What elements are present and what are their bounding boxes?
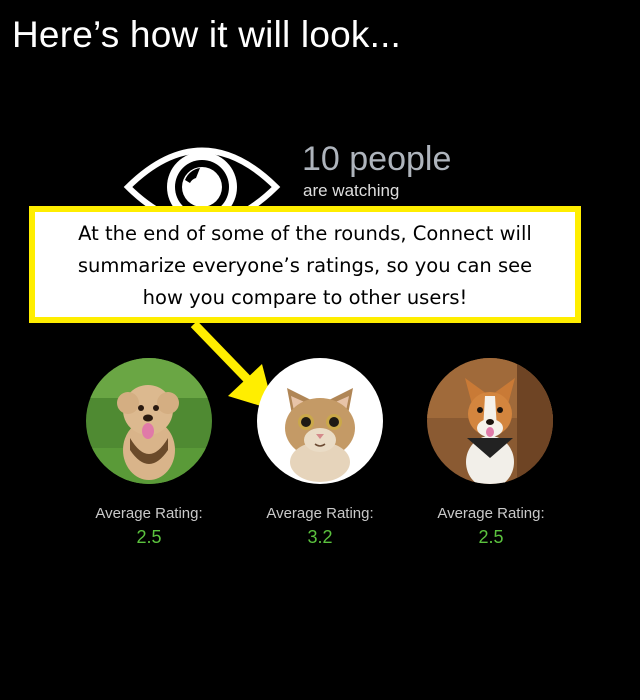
corgi-image [427,358,553,484]
rating-value: 2.5 [136,527,162,547]
rating-label: Average Rating: [437,505,545,522]
watcher-count: 10 people [302,140,452,178]
pet-avatar-cat[interactable] [257,358,383,484]
dog-image [86,358,212,484]
rating-label: Average Rating: [266,505,374,522]
rating-label: Average Rating: [95,505,203,522]
slide-title: Here’s how it will look... [12,14,402,55]
pet-avatar-dog-fluffy[interactable] [86,358,212,484]
cat-image [257,358,383,484]
callout-box: At the end of some of the rounds, Connec… [29,206,581,323]
rating-value: 3.2 [307,527,333,547]
callout-line-1: At the end of some of the rounds, Connec… [78,222,532,245]
watcher-subtitle: are watching [303,181,400,200]
callout-line-2: summarize everyone’s ratings, so you can… [77,254,533,277]
pet-avatar-dog-corgi[interactable] [427,358,553,484]
callout-line-3: how you compare to other users! [142,286,468,309]
rating-value: 2.5 [478,527,504,547]
